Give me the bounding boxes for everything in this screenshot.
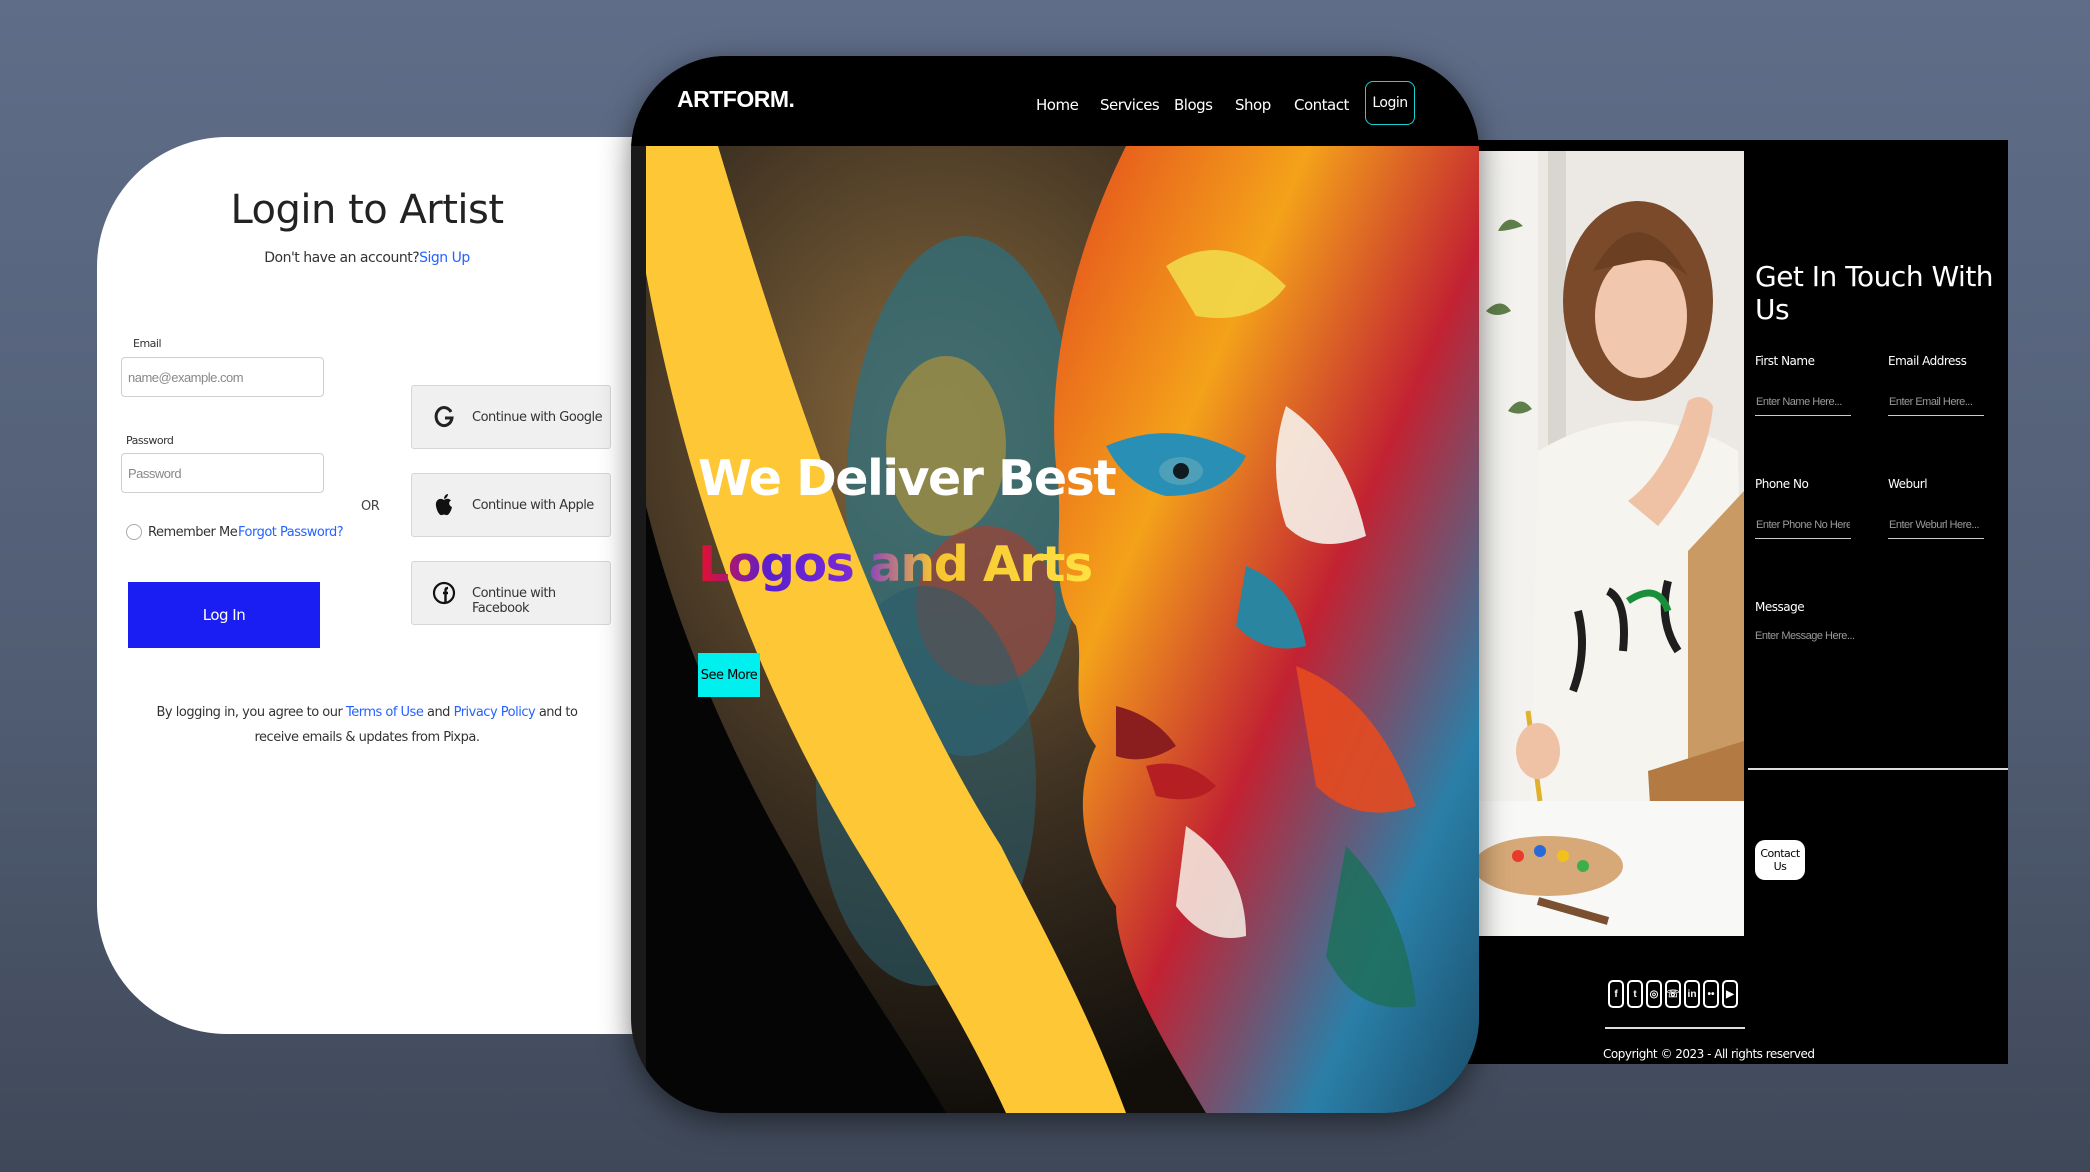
remember-me-label: Remember Me — [148, 525, 238, 540]
continue-with-facebook-button[interactable]: Continue with Facebook — [411, 561, 611, 625]
twitter-icon[interactable]: t — [1627, 980, 1643, 1008]
terms-suffix: and to — [535, 705, 578, 720]
brand-logo[interactable]: ARTFORM. — [677, 86, 795, 113]
email-address-label: Email Address — [1888, 354, 1967, 368]
nav-login-button[interactable]: Login — [1365, 81, 1415, 125]
login-card: Login to Artist Don't have an account?Si… — [97, 137, 657, 1034]
hero-painted-face-image — [646, 146, 1479, 1113]
apple-button-label: Continue with Apple — [472, 498, 594, 513]
facebook-icon[interactable]: f — [1608, 980, 1624, 1008]
top-nav: ARTFORM. Home Services Blogs Shop Contac… — [631, 56, 1479, 146]
phone-label: Phone No — [1755, 477, 1809, 491]
google-button-label: Continue with Google — [472, 410, 603, 425]
password-field[interactable] — [121, 453, 324, 493]
artist-painting-photo — [1478, 151, 1744, 936]
see-more-button[interactable]: See More — [698, 653, 760, 697]
phone-field[interactable] — [1755, 511, 1851, 539]
contact-title: Get In Touch With Us — [1755, 260, 1994, 326]
youtube-icon[interactable]: ▶ — [1722, 980, 1738, 1008]
terms-notice: By logging in, you agree to our Terms of… — [97, 700, 637, 750]
or-divider-label: OR — [361, 499, 380, 514]
email-address-field[interactable] — [1888, 388, 1984, 416]
remember-me-radio[interactable] — [126, 524, 142, 540]
footer-divider — [1605, 1027, 1745, 1029]
signup-prompt-text: Don't have an account? — [264, 250, 420, 266]
log-in-button[interactable]: Log In — [128, 582, 320, 648]
first-name-label: First Name — [1755, 354, 1815, 368]
contact-us-button[interactable]: Contact Us — [1755, 840, 1805, 880]
social-links: f t ◎ ☏ in •• ▶ — [1608, 980, 1738, 1008]
weburl-label: Weburl — [1888, 477, 1928, 491]
continue-with-google-button[interactable]: Continue with Google — [411, 385, 611, 449]
signup-prompt: Don't have an account?Sign Up — [97, 250, 637, 266]
message-label: Message — [1755, 600, 1805, 614]
first-name-field[interactable] — [1755, 388, 1851, 416]
nav-services[interactable]: Services — [1100, 96, 1160, 114]
weburl-field[interactable] — [1888, 511, 1984, 539]
nav-shop[interactable]: Shop — [1235, 96, 1271, 114]
google-icon — [434, 406, 454, 428]
terms-line2: receive emails & updates from Pixpa. — [254, 730, 480, 745]
hero-card: ARTFORM. Home Services Blogs Shop Contac… — [631, 56, 1479, 1113]
facebook-icon — [432, 581, 456, 605]
nav-blogs[interactable]: Blogs — [1174, 96, 1213, 114]
copyright: Copyright © 2023 - All rights reserved — [1603, 1047, 1815, 1061]
privacy-policy-link[interactable]: Privacy Policy — [454, 705, 536, 720]
signup-link[interactable]: Sign Up — [419, 250, 470, 266]
password-label: Password — [126, 434, 174, 447]
facebook-button-label: Continue with Facebook — [472, 586, 556, 616]
email-field[interactable] — [121, 357, 324, 397]
instagram-icon[interactable]: ◎ — [1646, 980, 1662, 1008]
flickr-icon[interactable]: •• — [1703, 980, 1719, 1008]
nav-contact[interactable]: Contact — [1294, 96, 1349, 114]
whatsapp-icon[interactable]: ☏ — [1665, 980, 1681, 1008]
apple-icon — [435, 494, 452, 516]
continue-with-apple-button[interactable]: Continue with Apple — [411, 473, 611, 537]
contact-panel: Get In Touch With Us First Name Email Ad… — [1468, 140, 2008, 1064]
message-field[interactable] — [1755, 630, 1985, 730]
terms-and: and — [423, 705, 454, 720]
forgot-password-link[interactable]: Forgot Password? — [238, 525, 344, 540]
terms-prefix: By logging in, you agree to our — [156, 705, 346, 720]
hero-headline-line2: Logos and Arts — [698, 536, 1093, 593]
terms-of-use-link[interactable]: Terms of Use — [346, 705, 424, 720]
linkedin-icon[interactable]: in — [1684, 980, 1700, 1008]
contact-divider — [1748, 768, 2008, 770]
nav-home[interactable]: Home — [1036, 96, 1079, 114]
login-title: Login to Artist — [230, 187, 504, 233]
email-label: Email — [133, 337, 162, 350]
hero-headline-line1: We Deliver Best — [698, 450, 1117, 507]
